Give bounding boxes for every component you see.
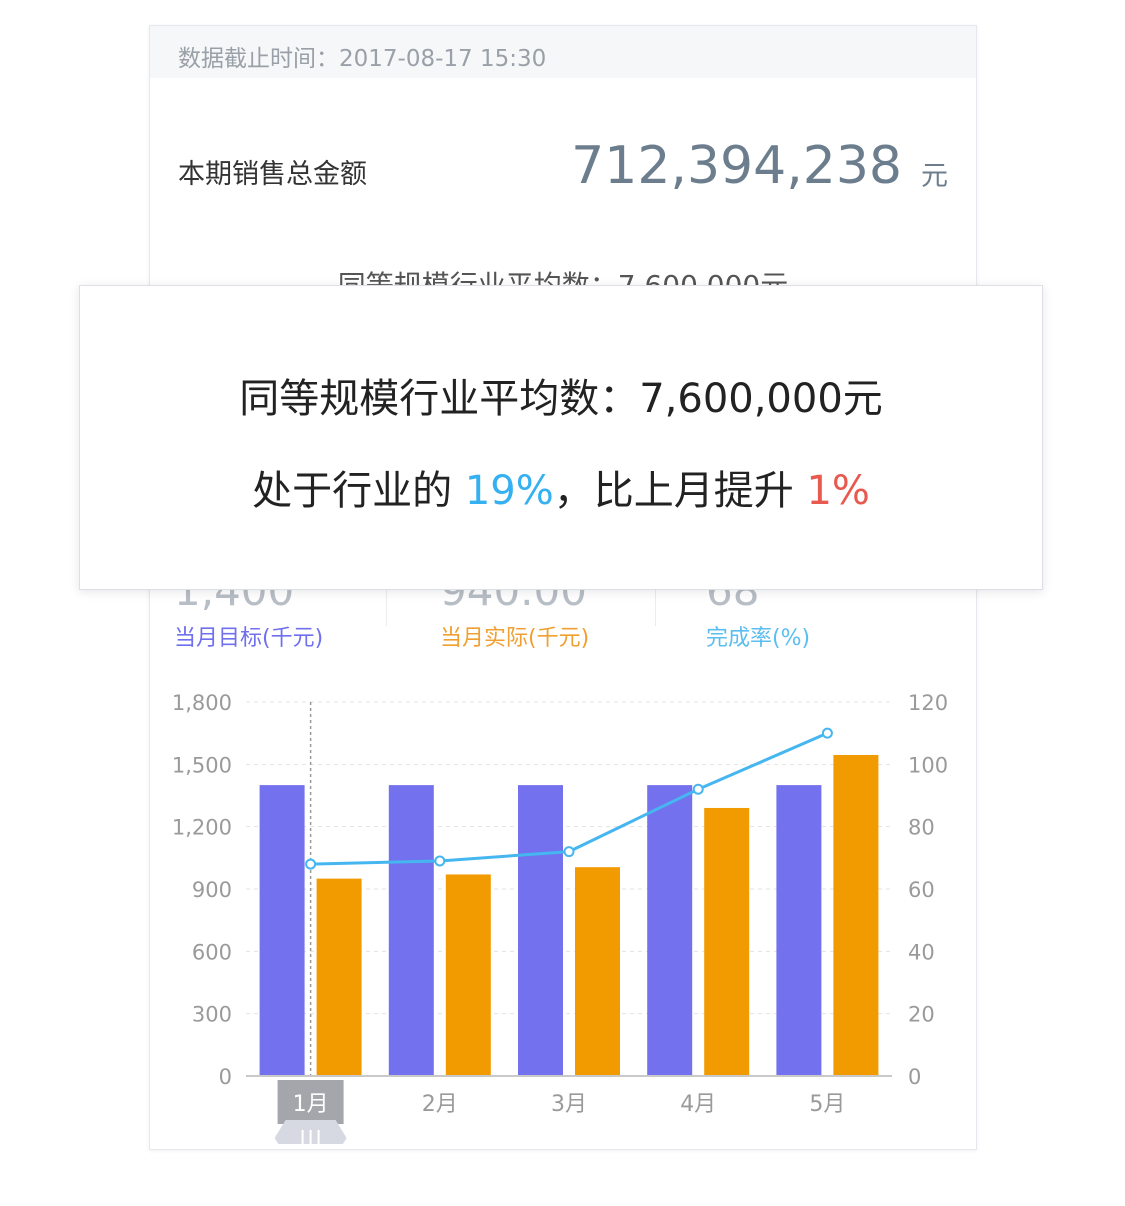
percentile-value: 19%	[464, 468, 554, 514]
y-left-tick-label: 600	[192, 940, 232, 964]
y-left-tick-label: 1,500	[172, 753, 232, 777]
y-right-tick-label: 20	[908, 1003, 935, 1027]
y-right-tick-label: 100	[908, 753, 948, 777]
y-right-tick-label: 0	[908, 1065, 921, 1089]
bar-target	[518, 785, 563, 1076]
y-right-tick-label: 60	[908, 878, 935, 902]
x-tick-label: 2月	[422, 1092, 458, 1117]
x-tick-label: 5月	[809, 1092, 845, 1117]
bar-actual	[445, 874, 491, 1076]
popover-prefix-text: 处于行业的	[252, 468, 465, 514]
completion-rate-point	[692, 783, 704, 795]
data-cutoff-timestamp: 数据截止时间：2017-08-17 15:30	[178, 46, 547, 72]
kpi-actual-label: 当月实际(千元)	[440, 626, 590, 651]
y-right-tick-label: 80	[908, 816, 935, 840]
x-tick-label: 3月	[551, 1092, 587, 1117]
total-sales-label: 本期销售总金额	[178, 159, 367, 190]
popover-middle-text: ，比上月提升	[553, 468, 807, 514]
bar-actual	[704, 807, 750, 1076]
bar-target	[388, 785, 434, 1076]
kpi-rate-label: 完成率(%)	[706, 626, 811, 651]
completion-rate-point	[821, 727, 833, 739]
x-tick-label-selected: 1月	[293, 1092, 329, 1117]
kpi-target-label: 当月目标(千元)	[174, 626, 324, 651]
bar-actual	[316, 878, 362, 1076]
bar-target	[259, 785, 305, 1076]
y-left-tick-label: 300	[192, 1003, 232, 1027]
industry-comparison-popover: 同等规模行业平均数：7,600,000元 处于行业的 19%，比上月提升 1%	[79, 285, 1043, 590]
completion-rate-point	[563, 846, 575, 858]
card-header: 数据截止时间：2017-08-17 15:30	[150, 26, 976, 78]
y-left-tick-label: 1,800	[172, 691, 232, 715]
popover-percentile-line: 处于行业的 19%，比上月提升 1%	[80, 458, 1042, 516]
sales-combo-chart[interactable]: 0 0 300 20 600 40 900 60 1,200 80 1,500 100 1,800 120…	[150, 666, 976, 1144]
bar-target	[647, 785, 693, 1076]
total-sales-value: 712,394,238	[571, 136, 902, 196]
y-left-tick-label: 0	[219, 1065, 232, 1089]
total-sales-unit: 元	[921, 161, 948, 192]
y-left-tick-label: 1,200	[172, 816, 232, 840]
popover-industry-average: 同等规模行业平均数：7,600,000元	[239, 376, 883, 422]
y-right-tick-label: 120	[908, 691, 948, 715]
bar-actual	[575, 867, 620, 1076]
change-value: 1%	[806, 468, 870, 514]
completion-rate-line	[310, 731, 828, 866]
x-tick-label: 4月	[680, 1092, 716, 1117]
y-right-tick-label: 40	[908, 940, 935, 964]
bar-target	[776, 785, 822, 1076]
y-left-tick-label: 900	[192, 878, 232, 902]
completion-rate-point	[434, 855, 446, 867]
bar-actual	[833, 754, 879, 1076]
completion-rate-point	[305, 858, 317, 870]
